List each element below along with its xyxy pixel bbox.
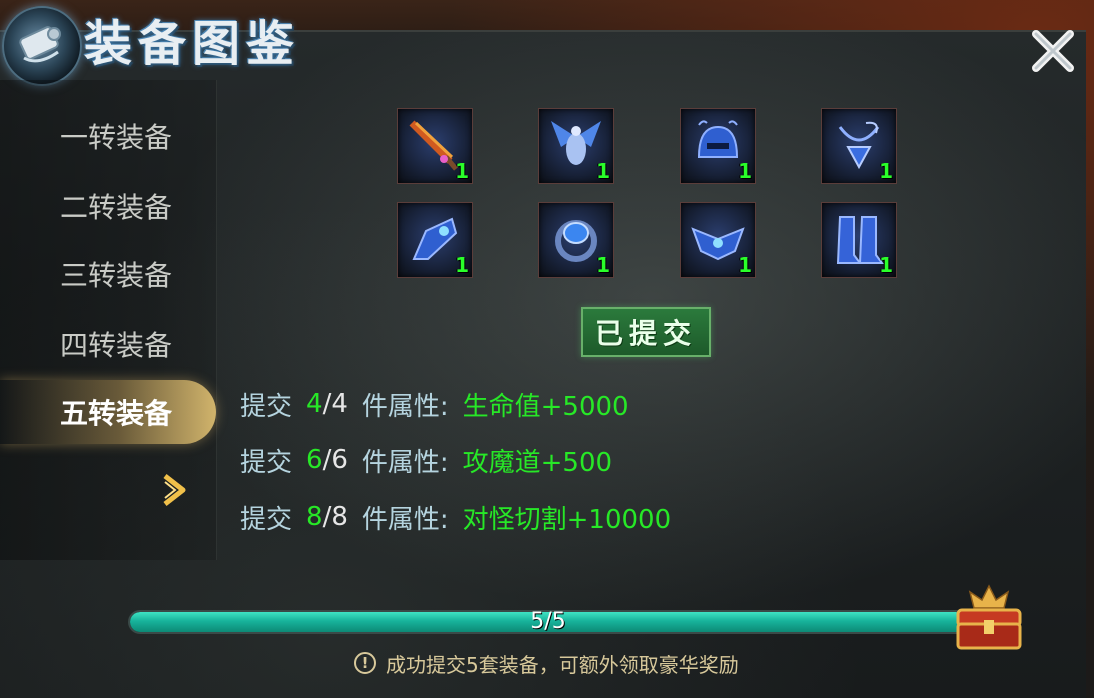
- item-count: 1: [596, 253, 610, 277]
- bonus-label: 件属性:: [361, 447, 449, 478]
- info-icon: !: [354, 652, 376, 674]
- bonus-effect: 生命值+5000: [462, 391, 629, 422]
- tab-tier-1[interactable]: 一转装备: [0, 104, 216, 168]
- item-count: 1: [738, 253, 752, 277]
- bonus-total: 4: [331, 389, 348, 419]
- item-count: 1: [596, 159, 610, 183]
- equipment-slot-armor[interactable]: 1: [538, 108, 614, 184]
- item-count: 1: [879, 253, 893, 277]
- equipment-slot-ring[interactable]: 1: [538, 202, 614, 278]
- bonus-prefix: 提交: [240, 391, 293, 422]
- scroll-emblem-icon: [2, 6, 82, 86]
- tab-tier-2[interactable]: 二转装备: [0, 174, 216, 238]
- item-count: 1: [455, 159, 469, 183]
- bonus-sep: /: [322, 502, 332, 532]
- bonus-row: 提交 8 / 8 件属性: 对怪切割+10000: [240, 497, 671, 537]
- tab-tier-4[interactable]: 四转装备: [0, 312, 216, 376]
- title-bar: 装备图鉴: [0, 0, 1094, 86]
- bonus-label: 件属性:: [361, 504, 449, 535]
- equipment-slot-helmet[interactable]: 1: [680, 108, 756, 184]
- tab-label: 四转装备: [60, 329, 173, 362]
- equipment-slot-necklace[interactable]: 1: [821, 108, 897, 184]
- tab-label: 二转装备: [60, 191, 173, 224]
- bonus-total: 6: [331, 445, 348, 475]
- tab-tier-3[interactable]: 三转装备: [0, 242, 216, 306]
- bonus-label: 件属性:: [361, 391, 449, 422]
- close-button[interactable]: [1028, 28, 1078, 74]
- bonus-prefix: 提交: [240, 504, 293, 535]
- bonus-row: 提交 4 / 4 件属性: 生命值+5000: [240, 384, 629, 424]
- tab-tier-5[interactable]: 五转装备: [0, 380, 216, 444]
- bonus-row: 提交 6 / 6 件属性: 攻魔道+500: [240, 440, 612, 480]
- notice-text: 成功提交5套装备，可额外领取豪华奖励: [386, 652, 739, 677]
- bonus-total: 8: [331, 502, 348, 532]
- bonus-done: 4: [306, 389, 323, 419]
- reward-notice: ! 成功提交5套装备，可额外领取豪华奖励: [354, 648, 739, 678]
- submitted-button[interactable]: 已提交: [581, 307, 711, 357]
- item-count: 1: [738, 159, 752, 183]
- bonus-done: 8: [306, 502, 323, 532]
- bonus-sep: /: [322, 445, 332, 475]
- equipment-slot-boots[interactable]: 1: [821, 202, 897, 278]
- page-title: 装备图鉴: [84, 16, 301, 72]
- tab-label: 五转装备: [60, 397, 173, 430]
- close-icon: [1032, 30, 1074, 72]
- tab-label: 三转装备: [60, 259, 173, 292]
- equipment-slot-bracer[interactable]: 1: [397, 202, 473, 278]
- equipment-slot-belt[interactable]: 1: [680, 202, 756, 278]
- bonus-effect: 对怪切割+10000: [462, 504, 672, 535]
- bonus-prefix: 提交: [240, 447, 293, 478]
- tab-label: 一转装备: [60, 121, 173, 154]
- treasure-chest-icon[interactable]: [950, 584, 1028, 652]
- bonus-sep: /: [322, 389, 332, 419]
- bonus-done: 6: [306, 445, 323, 475]
- equipment-slot-sword[interactable]: 1: [397, 108, 473, 184]
- progress-text: 5/5: [530, 609, 566, 634]
- bonus-effect: 攻魔道+500: [462, 447, 613, 478]
- item-count: 1: [455, 253, 469, 277]
- next-arrow-icon[interactable]: [160, 470, 190, 510]
- item-count: 1: [879, 159, 893, 183]
